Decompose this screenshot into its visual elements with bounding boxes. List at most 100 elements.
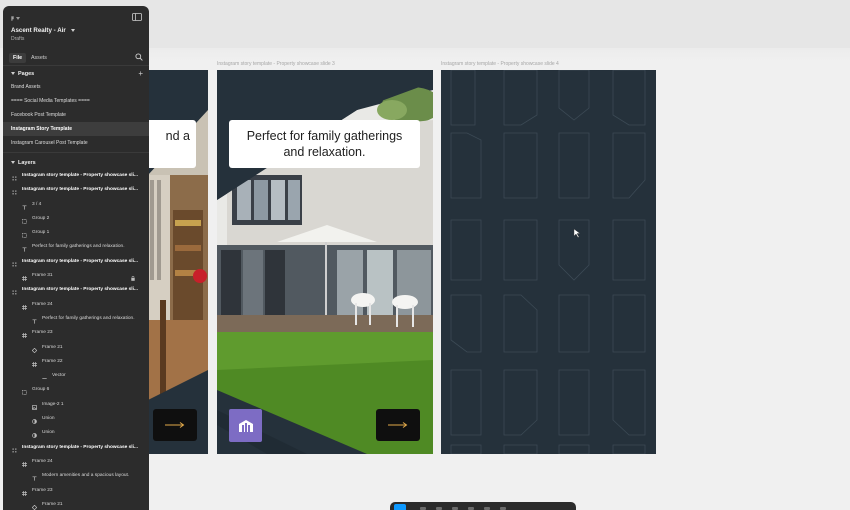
page-item[interactable]: Facebook Post Template	[3, 108, 149, 122]
layer-row[interactable]: Frame 23	[3, 326, 149, 340]
boolean-icon	[32, 431, 37, 439]
slide-3-caption-card[interactable]: Perfect for family gatherings and relaxa…	[229, 120, 420, 168]
building-logo-icon	[238, 419, 253, 432]
vector-icon	[42, 374, 47, 380]
layer-label: Union	[42, 430, 55, 436]
layers-section-title: Layers	[18, 160, 36, 166]
slide-4-frame[interactable]	[441, 70, 656, 454]
page-item[interactable]: Instagram Carousel Post Template	[3, 136, 149, 150]
chevron-down-icon	[16, 16, 20, 20]
layer-row[interactable]: Frame 21	[3, 498, 149, 510]
layer-label: Instagram story template - Property show…	[22, 444, 138, 450]
layers-section-header[interactable]: Layers	[3, 155, 149, 169]
slide-2-next-arrow-button[interactable]	[153, 409, 197, 441]
layer-label: Union	[42, 416, 55, 422]
layer-label: Instagram story template - Property show…	[22, 187, 138, 193]
tab-file[interactable]: File	[9, 53, 27, 63]
page-item[interactable]: ==== Social Media Templates ====	[3, 94, 149, 108]
slide-3-frame[interactable]: Perfect for family gatherings and relaxa…	[217, 70, 433, 454]
layer-label: Vector	[52, 373, 66, 379]
layer-row[interactable]: Perfect for family gatherings and relaxa…	[3, 312, 149, 326]
layer-row[interactable]: Image-2 1	[3, 398, 149, 412]
slide-2-caption-card[interactable]: nd a	[148, 120, 196, 168]
frame-label-slide-3[interactable]: Instagram story template - Property show…	[217, 61, 335, 67]
add-page-button[interactable]: +	[138, 69, 143, 78]
slide-2-caption-text: nd a	[165, 129, 190, 143]
layer-row[interactable]: Instagram story template - Property show…	[3, 169, 149, 183]
project-name-label: Ascent Realty - Air	[11, 27, 66, 34]
arrow-right-icon	[165, 422, 185, 428]
layer-row[interactable]: Group 2	[3, 212, 149, 226]
frame-label-slide-4[interactable]: Instagram story template - Property show…	[441, 61, 559, 67]
text-icon	[22, 245, 27, 253]
layer-label: Perfect for family gatherings and relaxa…	[32, 244, 125, 250]
layer-row[interactable]: Perfect for family gatherings and relaxa…	[3, 240, 149, 254]
layer-row[interactable]: Vector	[3, 369, 149, 383]
pages-list: Brand Assets ==== Social Media Templates …	[3, 80, 149, 150]
search-icon[interactable]	[135, 53, 143, 61]
text-icon	[32, 474, 37, 481]
page-item[interactable]: Brand Assets	[3, 80, 149, 94]
chevron-down-icon	[11, 72, 15, 76]
layer-label: Perfect for family gatherings and relaxa…	[42, 315, 135, 321]
lock-icon[interactable]	[131, 274, 135, 281]
layer-row[interactable]: 3 / 4	[3, 198, 149, 212]
layer-row[interactable]: Union	[3, 426, 149, 440]
chevron-down-icon	[70, 28, 75, 32]
slide-2-frame[interactable]: nd a	[148, 70, 208, 454]
layer-row[interactable]: Instagram story template - Property show…	[3, 255, 149, 269]
page-item[interactable]: Instagram Story Template	[3, 122, 149, 136]
tab-assets[interactable]: Assets	[27, 53, 51, 63]
layer-label: Frame 21	[42, 344, 63, 350]
brand-logo-badge[interactable]	[229, 409, 262, 442]
grid-icon	[12, 446, 17, 453]
layer-row[interactable]: Group 1	[3, 226, 149, 240]
layer-row[interactable]: Instagram story template - Property show…	[3, 441, 149, 455]
group-icon	[22, 231, 27, 239]
bottom-toolbar	[390, 502, 576, 510]
layer-row[interactable]: Frame 22	[3, 355, 149, 369]
mouse-cursor-icon	[573, 229, 581, 238]
layer-row[interactable]: Group 6	[3, 383, 149, 397]
project-name-button[interactable]: Ascent Realty - Air	[11, 27, 78, 34]
sidebar-toggle-icon[interactable]	[132, 13, 142, 21]
slide-3-next-arrow-button[interactable]	[376, 409, 420, 441]
text-icon	[22, 203, 27, 210]
layer-label: Group 1	[32, 230, 50, 236]
layer-label: Frame 24	[32, 458, 53, 464]
text-icon	[32, 317, 37, 324]
layer-label: Instagram story template - Property show…	[22, 258, 138, 264]
project-location[interactable]: Drafts	[11, 36, 24, 42]
layers-list: Instagram story template - Property show…	[3, 169, 149, 510]
layer-label: Frame 23	[32, 330, 53, 336]
layer-label: 3 / 4	[32, 201, 42, 207]
left-sidebar-panel: Ascent Realty - Air Drafts File Assets P…	[3, 6, 149, 510]
frame-icon	[32, 360, 37, 367]
layer-label: Frame 31	[32, 273, 53, 279]
layer-row[interactable]: Frame 24	[3, 455, 149, 469]
sidebar-tabs: File Assets	[3, 50, 149, 66]
group-icon	[22, 388, 27, 396]
main-menu-button[interactable]	[11, 13, 23, 23]
frame-icon	[22, 303, 27, 310]
layer-row[interactable]: Instagram story template - Property show…	[3, 183, 149, 197]
layer-label: Frame 22	[42, 358, 63, 364]
layer-row[interactable]: Frame 24	[3, 298, 149, 312]
layer-label: Frame 21	[42, 501, 63, 507]
layer-row[interactable]: Instagram story template - Property show…	[3, 283, 149, 297]
layer-row[interactable]: Frame 21	[3, 341, 149, 355]
frame-icon	[22, 460, 27, 467]
layer-row[interactable]: Frame 23	[3, 484, 149, 498]
layer-row[interactable]: Modern amenities and a spacious layout.	[3, 469, 149, 483]
frame-icon	[22, 274, 27, 282]
sidebar-header: Ascent Realty - Air Drafts	[3, 6, 149, 50]
layer-label: Group 2	[32, 215, 50, 221]
frame-icon	[22, 489, 27, 496]
layer-row[interactable]: Frame 31	[3, 269, 149, 283]
sidebar-divider	[3, 152, 149, 153]
chevron-down-icon	[11, 161, 15, 165]
layer-row[interactable]: Union	[3, 412, 149, 426]
pages-section-header[interactable]: Pages +	[3, 66, 149, 80]
layer-label: Group 6	[32, 387, 50, 393]
move-tool-button[interactable]	[394, 504, 406, 510]
